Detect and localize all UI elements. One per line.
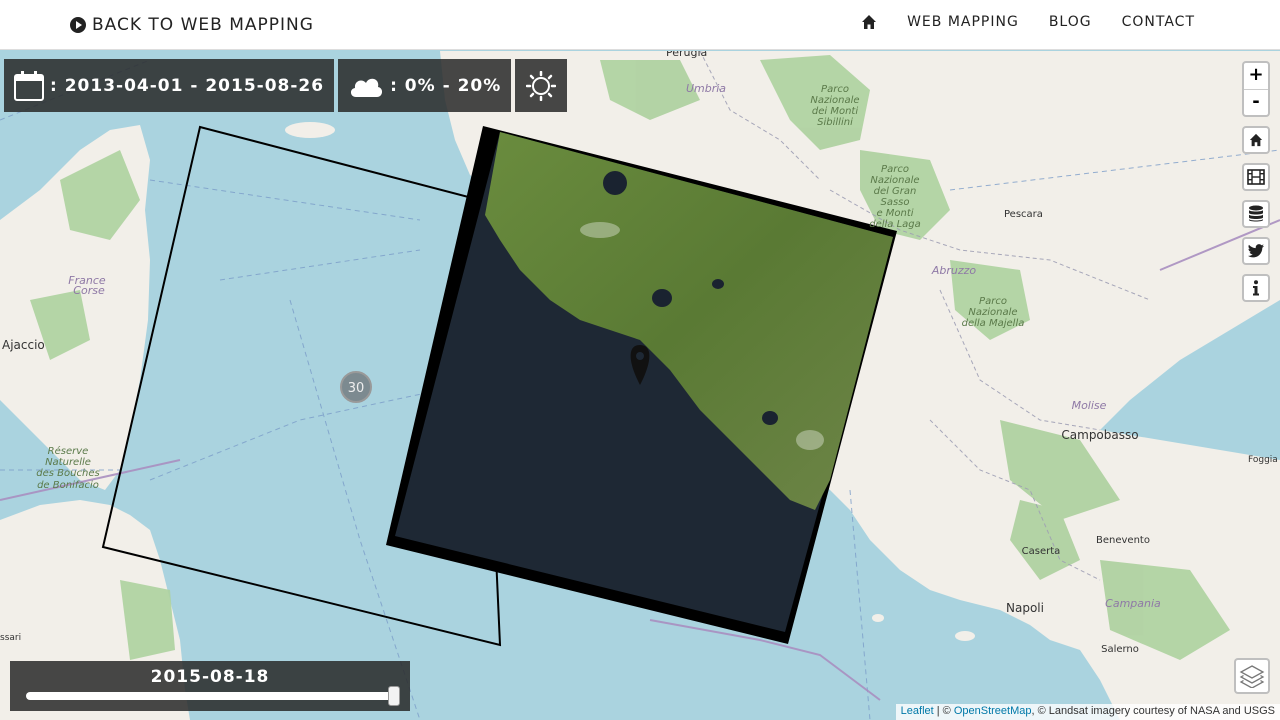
nav-menu: WEB MAPPING BLOG CONTACT xyxy=(861,14,1195,30)
label-majella-1: Parco xyxy=(979,296,1007,307)
elba-island xyxy=(285,122,335,138)
label-benevento: Benevento xyxy=(1096,535,1150,546)
calendar-icon xyxy=(14,70,44,101)
label-bonifacio-1: Réserve xyxy=(48,445,89,457)
label-pescara: Pescara xyxy=(1004,209,1043,220)
layers-icon xyxy=(1239,665,1265,688)
label-sibillini-1: Parco xyxy=(821,84,849,95)
zoom-out-button[interactable]: - xyxy=(1244,89,1268,115)
map-attribution: Leaflet | © OpenStreetMap, © Landsat ima… xyxy=(895,704,1280,720)
landsat-credit: , © Landsat imagery courtesy of NASA and… xyxy=(1031,705,1276,717)
label-bonifacio-4: de Bonifacio xyxy=(37,480,99,491)
label-sibillini-4: Sibillini xyxy=(817,117,853,128)
nav-item-blog[interactable]: BLOG xyxy=(1049,14,1092,30)
label-gran-sasso-3: del Gran xyxy=(874,186,917,197)
slider-date-label: 2015-08-18 xyxy=(150,667,270,687)
attribution-separator: | © xyxy=(933,705,954,717)
map-canvas[interactable]: Perugia Umbria Parco Nazionale dei Monti… xyxy=(0,51,1280,720)
home-icon xyxy=(1249,133,1263,147)
sun-icon xyxy=(526,70,557,101)
settings-filter[interactable] xyxy=(515,59,568,112)
leaflet-link[interactable]: Leaflet xyxy=(901,705,934,717)
label-gran-sasso-6: della Laga xyxy=(869,219,921,230)
cloud-range-label: : 0% - 20% xyxy=(390,75,502,96)
label-abruzzo: Abruzzo xyxy=(931,264,977,277)
database-icon xyxy=(1249,205,1263,222)
label-foggia: Foggia xyxy=(1248,455,1278,465)
home-nav-button[interactable] xyxy=(861,14,877,30)
label-campobasso: Campobasso xyxy=(1061,428,1138,442)
label-perugia: Perugia xyxy=(666,51,707,59)
home-extent-button[interactable] xyxy=(1242,126,1270,154)
cloud-cover-filter[interactable]: : 0% - 20% xyxy=(338,59,512,112)
label-salerno: Salerno xyxy=(1101,644,1139,655)
twitter-button[interactable] xyxy=(1242,237,1270,265)
nav-item-contact[interactable]: CONTACT xyxy=(1122,14,1195,30)
info-button[interactable] xyxy=(1242,274,1270,302)
date-slider-panel: 2015-08-18 xyxy=(10,661,410,711)
date-slider-track[interactable] xyxy=(26,686,401,706)
zoom-control: + - xyxy=(1242,61,1270,117)
filter-bar: : 2013-04-01 - 2015-08-26 : 0% - 20% xyxy=(4,59,568,112)
play-circle-icon xyxy=(70,17,86,33)
back-to-web-mapping-link[interactable]: BACK TO WEB MAPPING xyxy=(70,15,314,35)
basemap: Perugia Umbria Parco Nazionale dei Monti… xyxy=(0,51,1280,720)
label-gran-sasso-1: Parco xyxy=(881,164,909,175)
cloud-icon xyxy=(351,78,383,97)
cluster-count: 30 xyxy=(348,381,365,396)
label-campania: Campania xyxy=(1105,597,1161,610)
date-range-label: : 2013-04-01 - 2015-08-26 xyxy=(50,75,325,96)
label-umbria: Umbria xyxy=(686,82,726,95)
label-majella-3: della Majella xyxy=(962,318,1025,329)
info-icon xyxy=(1253,280,1259,296)
label-ajaccio: Ajaccio xyxy=(2,338,45,352)
layers-control-button[interactable] xyxy=(1234,658,1270,694)
nav-item-web-mapping[interactable]: WEB MAPPING xyxy=(907,14,1019,30)
label-sibillini-2: Nazionale xyxy=(810,95,859,106)
label-corse: Corse xyxy=(73,284,105,297)
label-bonifacio-2: Naturelle xyxy=(45,457,91,468)
twitter-icon xyxy=(1248,244,1264,258)
zoom-in-button[interactable]: + xyxy=(1244,63,1268,89)
date-range-filter[interactable]: : 2013-04-01 - 2015-08-26 xyxy=(4,59,335,112)
label-molise: Molise xyxy=(1072,399,1107,412)
film-button[interactable] xyxy=(1242,163,1270,191)
date-slider-handle[interactable] xyxy=(388,686,401,706)
home-icon xyxy=(862,15,877,29)
map-controls: + - xyxy=(1242,61,1270,302)
label-gran-sasso-4: Sasso xyxy=(880,197,909,208)
label-gran-sasso-5: e Monti xyxy=(876,208,913,219)
label-caserta: Caserta xyxy=(1022,546,1061,557)
capri-island xyxy=(955,631,975,641)
openstreetmap-link[interactable]: OpenStreetMap xyxy=(954,705,1032,717)
label-sassari: ssari xyxy=(0,633,21,643)
film-icon xyxy=(1247,169,1265,185)
label-gran-sasso-2: Nazionale xyxy=(870,175,919,186)
top-navbar: BACK TO WEB MAPPING WEB MAPPING BLOG CON… xyxy=(0,0,1280,50)
label-majella-2: Nazionale xyxy=(968,307,1017,318)
label-napoli: Napoli xyxy=(1006,601,1044,615)
database-button[interactable] xyxy=(1242,200,1270,228)
label-bonifacio-3: des Bouches xyxy=(36,468,99,479)
back-link-label: BACK TO WEB MAPPING xyxy=(92,15,314,35)
ischia-island xyxy=(872,614,884,622)
label-sibillini-3: dei Monti xyxy=(812,106,858,117)
